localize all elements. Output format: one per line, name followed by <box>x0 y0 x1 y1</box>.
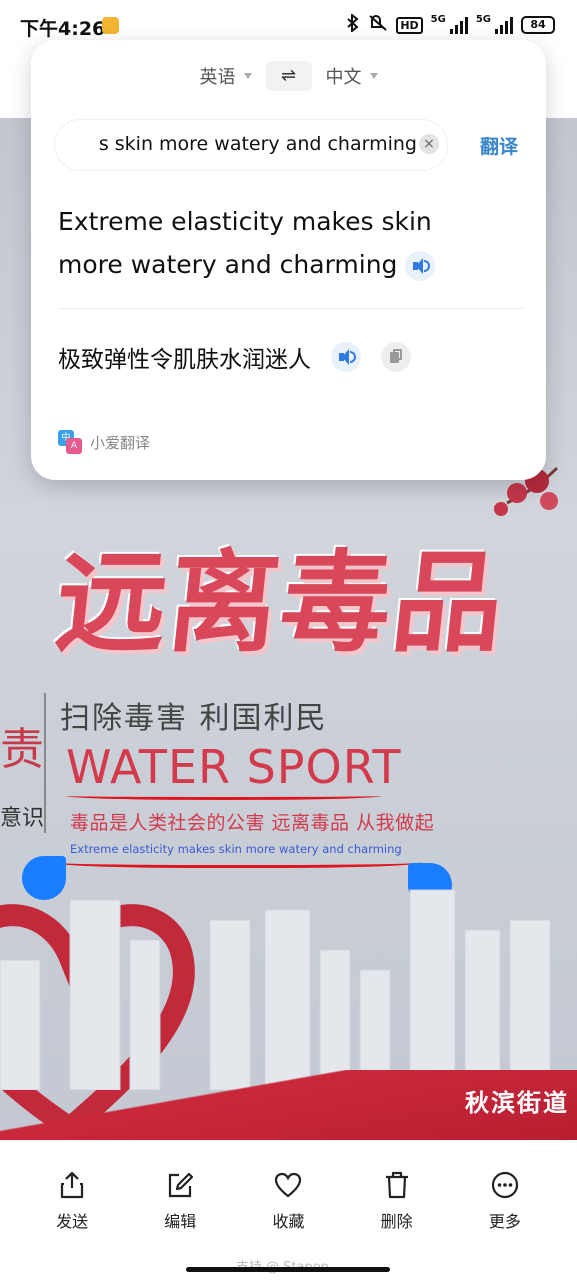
poster-left-char: 责 <box>0 724 44 775</box>
network-type-1: 5G <box>430 14 446 25</box>
source-result: Extreme elasticity makes skin more water… <box>58 200 478 286</box>
send-button[interactable]: 发送 <box>37 1170 107 1232</box>
poster-left-word: 意识 <box>0 806 45 831</box>
poster-slogan-1: 扫除毒害 利国利民 <box>60 701 328 736</box>
copy-icon[interactable] <box>381 342 411 372</box>
translation-result: 极致弹性令肌肤水润迷人 <box>58 340 411 374</box>
target-language-label: 中文 <box>325 67 362 88</box>
language-bar: 英语 ⇌ 中文 <box>31 58 546 94</box>
share-icon <box>60 1171 84 1199</box>
chevron-down-icon <box>243 73 252 79</box>
hd-badge: HD <box>396 16 423 34</box>
more-button[interactable]: 更多 <box>470 1170 540 1232</box>
brand-footer: 中 A 小爱翻译 <box>58 430 150 454</box>
network-type-2: 5G <box>475 14 491 25</box>
translate-button[interactable]: 翻译 <box>480 132 518 159</box>
swap-languages-button[interactable]: ⇌ <box>265 61 312 91</box>
notification-app-icon <box>102 17 119 34</box>
source-language-select[interactable]: 英语 <box>200 63 252 89</box>
source-language-label: 英语 <box>199 67 236 88</box>
home-indicator[interactable] <box>186 1267 390 1272</box>
signal-icon-1 <box>449 16 468 34</box>
poster-english-title: WATER SPORT <box>66 740 402 794</box>
favorite-button[interactable]: 收藏 <box>253 1170 323 1232</box>
source-text-input[interactable]: s skin more watery and charming × <box>55 120 447 170</box>
city-skyline-decoration <box>0 889 551 1090</box>
speaker-icon[interactable] <box>331 342 361 372</box>
delete-button[interactable]: 删除 <box>362 1170 432 1232</box>
delete-label: 删除 <box>380 1212 413 1231</box>
poster-slogan-2: 毒品是人类社会的公害 远离毒品 从我做起 <box>70 812 435 834</box>
clock: 下午4:26 <box>20 18 106 40</box>
annotation-underline-1 <box>66 792 381 800</box>
more-icon <box>491 1171 518 1199</box>
more-label: 更多 <box>488 1212 521 1231</box>
edit-icon <box>169 1172 194 1198</box>
target-language-select[interactable]: 中文 <box>326 63 378 89</box>
trash-icon <box>385 1171 408 1199</box>
favorite-label: 收藏 <box>272 1212 305 1231</box>
chevron-down-icon <box>369 73 378 79</box>
source-result-text: Extreme elasticity makes skin more water… <box>58 207 432 279</box>
battery-icon: 84 <box>521 16 555 34</box>
brand-name: 小爱翻译 <box>90 433 151 452</box>
status-icons: HD 5G 5G 84 <box>346 12 555 36</box>
translation-result-text: 极致弹性令肌肤水润迷人 <box>58 347 311 373</box>
poster-divider <box>44 693 46 833</box>
bottom-toolbar: 发送 编辑 收藏 删除 更多 支持 @ Stanon <box>0 1140 577 1280</box>
edit-label: 编辑 <box>164 1212 197 1231</box>
edit-button[interactable]: 编辑 <box>145 1170 215 1232</box>
heart-icon <box>275 1172 302 1198</box>
speaker-icon[interactable] <box>405 251 436 281</box>
mute-icon <box>368 14 388 36</box>
watermark: 支持 @ Stanon <box>236 1256 329 1275</box>
divider <box>58 308 523 309</box>
send-label: 发送 <box>56 1212 89 1231</box>
clear-icon[interactable]: × <box>419 134 439 154</box>
translation-popup: 英语 ⇌ 中文 s skin more watery and charming … <box>31 40 546 480</box>
annotation-underline-2 <box>52 854 422 868</box>
poster-headline: 远离毒品 <box>50 539 512 667</box>
bluetooth-icon <box>346 12 360 36</box>
translator-logo-icon: 中 A <box>58 430 82 454</box>
poster-street-name: 秋滨街道 <box>465 1089 569 1117</box>
source-text-value: s skin more watery and charming <box>98 133 417 155</box>
signal-icon-2 <box>495 16 513 34</box>
